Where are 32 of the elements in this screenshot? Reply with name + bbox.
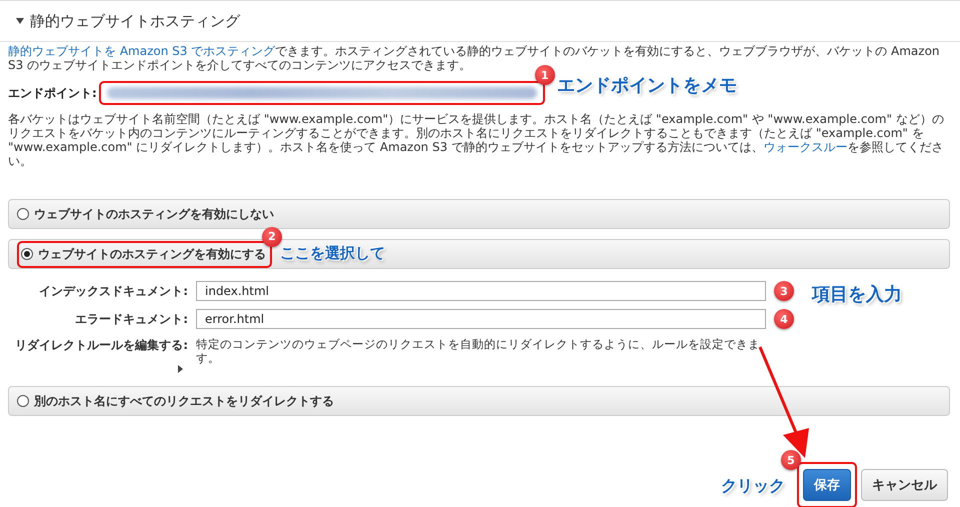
number-badge: 1 — [534, 65, 555, 85]
callout-text: ここを選択して — [280, 244, 385, 262]
field-label: エラードキュメント: — [75, 310, 188, 328]
radio-button[interactable] — [17, 208, 29, 220]
description-paragraph: 各バケットはウェブサイト名前空間（たとえば "www.example.com"）にサービスを提供します。ホスト名（たとえば "example.com" や "www.example.com" など）のリクエストをバケット内のコンテンツにルーティングすることができます。別のホスト名にリクエストをリダイレクトすることもできます（たとえば "example.com" を "www.example.com" にリダイレクトします）。ホスト名を使って Amazon S3 で静的ウェブサイトをセットアップする方法については、ウォークスルー を参照してください。 — [8, 112, 945, 168]
link[interactable]: 静的ウェブサイトを Amazon S3 でホスティング — [8, 44, 276, 58]
save-button[interactable]: 保存 — [803, 469, 851, 501]
option-label: ウェブサイトのホスティングを有効にする — [38, 246, 266, 262]
option-label: 別のホスト名にすべてのリクエストをリダイレクトする — [34, 392, 334, 410]
caret-down-icon[interactable] — [16, 18, 24, 24]
endpoint-label: エンドポイント: — [8, 86, 97, 100]
caret-right-icon[interactable] — [178, 365, 183, 373]
option-label: ウェブサイトのホスティングを有効にしない — [34, 206, 274, 222]
callout-text: 項目を入力 — [812, 283, 902, 306]
number-badge: 5 — [781, 450, 801, 470]
callout-text: クリック — [721, 476, 785, 497]
number-badge: 4 — [774, 309, 794, 329]
number-badge: 2 — [262, 226, 282, 246]
radio-button[interactable] — [21, 248, 33, 260]
field-label: インデックスドキュメント: — [39, 282, 188, 300]
input-field[interactable]: error.html — [196, 309, 766, 329]
cancel-button[interactable]: キャンセル — [861, 469, 948, 501]
redirect-text: 特定のコンテンツのウェブページのリクエストを自動的にリダイレクトするように、ルールを設定できます。 — [196, 337, 761, 365]
callout-text: エンドポイントをメモ — [556, 79, 737, 93]
radio-button[interactable] — [17, 395, 29, 407]
option-panel[interactable]: ウェブサイトのホスティングを有効にしない — [8, 199, 950, 229]
number-badge: 3 — [774, 281, 794, 301]
link[interactable]: ウォークスルー — [763, 140, 848, 154]
input-field[interactable]: index.html — [196, 281, 766, 301]
section-title: 静的ウェブサイトホスティング — [30, 12, 240, 30]
option-panel[interactable]: 別のホスト名にすべてのリクエストをリダイレクトする — [8, 386, 950, 416]
field-label: リダイレクトルールを編集する: — [15, 337, 188, 354]
